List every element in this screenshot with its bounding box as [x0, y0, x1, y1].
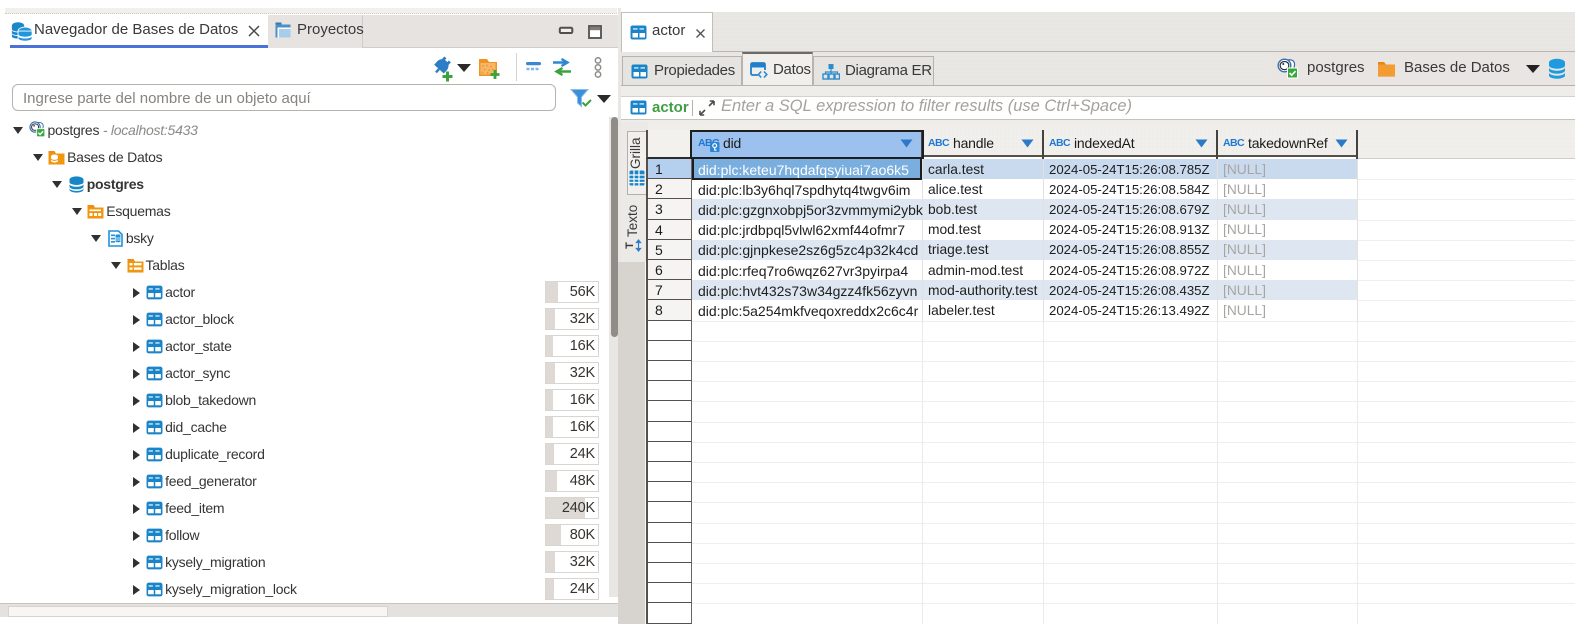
svg-text:ABC: ABC: [1223, 137, 1245, 149]
svg-text:ABC: ABC: [928, 137, 950, 149]
svg-text:T: T: [625, 242, 636, 249]
svg-text:ABC: ABC: [1049, 137, 1071, 149]
